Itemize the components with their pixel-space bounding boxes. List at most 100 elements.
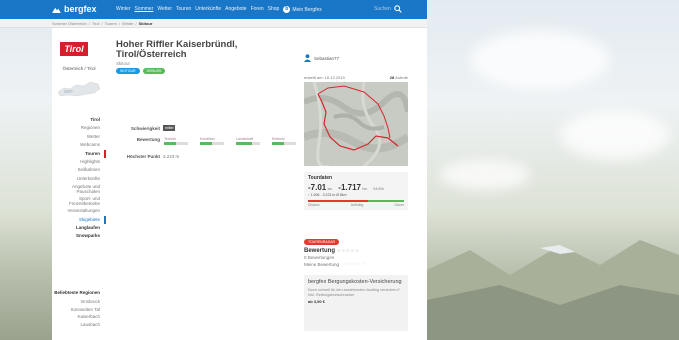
mountain-logo-icon <box>52 7 61 13</box>
my-rating-label: Meine Bewertung <box>304 261 340 267</box>
nav-item-touren[interactable]: Touren <box>176 6 191 13</box>
my-bergfex-link[interactable]: b Mein Bergfex <box>283 6 322 13</box>
sidebar-item-wetter[interactable]: Wetter <box>52 133 106 141</box>
rating-category: Kondition <box>200 137 228 145</box>
background-cloud <box>560 110 670 160</box>
sidebar-item-regionen[interactable]: Regionen <box>52 124 106 132</box>
rating-stars: ☆☆☆☆☆ <box>336 248 360 253</box>
views-number: 28 <box>389 75 395 80</box>
stat-label: Dauer <box>394 203 404 207</box>
nav-item-wetter[interactable]: Wetter <box>157 6 172 13</box>
sidebar-item-langlaufen[interactable]: Langlaufen <box>52 224 106 232</box>
sidebar-menu: Tirol Regionen Wetter Webcams Touren Highligh… <box>52 116 106 241</box>
my-rating-stars[interactable]: ☆☆☆☆☆ <box>343 261 366 267</box>
nav-item-sommer[interactable]: Sommer <box>134 6 153 13</box>
bewertung-title-text: Bewertung <box>304 248 336 254</box>
popular-region-item[interactable]: Kaiserbach <box>52 313 106 321</box>
nav-item-unterk-nfte[interactable]: Unterkünfte <box>195 6 221 13</box>
tour-title: Hoher Riffler Kaiserbründl, Tirol/Österr… <box>116 40 291 60</box>
height-row: Höchster Punkt 3.223 m <box>116 154 180 159</box>
left-sidebar: Tirol Österreich / Tirol Tirol Regionen We… <box>52 28 106 340</box>
rating-row: Bewertung Technik Kondition Landschaft Erle… <box>116 137 300 145</box>
tour-side-panel: Sebastian77 erstellt am: 16.12.2019 28 A… <box>304 54 408 331</box>
search-icon[interactable] <box>394 5 402 13</box>
sidebar-item-snowparks[interactable]: Snowparks <box>52 232 106 240</box>
tour-map[interactable] <box>304 82 408 166</box>
rating-dot <box>252 142 256 145</box>
rating-dots <box>272 142 300 145</box>
tour-main: Hoher Riffler Kaiserbründl, Tirol/Österr… <box>116 40 296 159</box>
stats-bar-green <box>367 200 404 202</box>
sidebar-item-highlights[interactable]: Highlights <box>52 158 106 166</box>
rating-label: Bewertung <box>136 137 160 142</box>
tour-stats-box: Tourdaten -7.01 km -1.717 hm 04:00h ↑ 1.… <box>304 172 408 210</box>
rating-dot <box>220 142 224 145</box>
nav-item-foren[interactable]: Foren <box>251 6 264 13</box>
rating-category: Landschaft <box>236 137 264 145</box>
rating-dot <box>208 142 212 145</box>
stats-title: Tourdaten <box>308 175 333 181</box>
sidebar-item-seilbahnen[interactable]: Seilbahnen <box>52 166 106 174</box>
popular-regions: Beliebteste Regionen Innsbruck Sonnseiten… <box>52 290 106 328</box>
search-input[interactable]: Suchen <box>374 6 391 12</box>
author-row[interactable]: Sebastian77 <box>304 54 408 62</box>
search-area[interactable]: Suchen <box>374 5 402 13</box>
nav-item-angebote[interactable]: Angebote <box>225 6 246 13</box>
rating-dot <box>244 142 248 145</box>
stats-bar <box>308 200 404 202</box>
tourenradar-pill[interactable]: TOURENRADAR <box>304 239 339 245</box>
sidebar-item-skigebiete[interactable]: Skigebiete <box>52 215 106 224</box>
author-name[interactable]: Sebastian77 <box>314 56 339 61</box>
rating-dot <box>164 142 168 145</box>
sidebar-item-tirol[interactable]: Tirol <box>52 116 106 124</box>
sidebar-item-angebote-und-pauschalen[interactable]: Angebote und Pauschalen <box>52 183 106 195</box>
stat-label: Aufstieg <box>350 203 364 207</box>
popular-region-item[interactable]: Lausbach <box>52 321 106 329</box>
sidebar-item-touren[interactable]: Touren <box>52 149 106 158</box>
tag-pill[interactable]: SKITOUR <box>116 68 140 74</box>
tag-pill[interactable]: GENUSS <box>142 68 166 74</box>
rating-dot <box>288 142 292 145</box>
sidebar-item-webcams[interactable]: Webcams <box>52 141 106 149</box>
breadcrumb-bar: Sommer Österreich / Tirol / Touren / Winter / Sk… <box>0 19 427 28</box>
duration-value: 04:00h <box>373 187 384 191</box>
rating-dot <box>216 142 220 145</box>
breadcrumb-item[interactable]: Winter <box>122 21 134 26</box>
difficulty-label: Schwierigkeit <box>130 125 160 131</box>
rating-dot <box>276 142 280 145</box>
distance-unit: km <box>327 187 333 191</box>
breadcrumb-item[interactable]: Sommer Österreich <box>52 21 87 26</box>
sidebar-item-veranstaltungen[interactable]: Veranstaltungen <box>52 207 106 215</box>
nav-item-shop[interactable]: Shop <box>268 6 280 13</box>
my-rating-row[interactable]: Meine Bewertung ☆☆☆☆☆ <box>304 261 408 267</box>
popular-region-item[interactable]: Sonnseiten Tal <box>52 306 106 314</box>
rating-dot <box>180 142 184 145</box>
stats-values: -7.01 km -1.717 hm 04:00h <box>308 183 404 192</box>
insurance-box[interactable]: bergfex Bergungskosten-Versicherung Noch… <box>304 275 408 331</box>
rating-dot <box>256 142 260 145</box>
bewertung-title: Bewertung ☆☆☆☆☆ <box>304 248 408 254</box>
insurance-price: ab 3,90 € <box>308 298 325 304</box>
sidebar-item-sport-und-freizeitbetriebe[interactable]: Sport- und Freizeitbetriebe <box>52 195 106 207</box>
rating-dot <box>284 142 288 145</box>
ascent-value: -1.717 <box>338 183 361 192</box>
sidebar-item-unterk-nfte[interactable]: Unterkünfte <box>52 175 106 183</box>
popular-region-item[interactable]: Innsbruck <box>52 298 106 306</box>
main-nav: Winter Sommer Wetter Touren Unterkünfte Angeb… <box>116 6 322 13</box>
tour-map-graphic[interactable] <box>304 82 408 166</box>
breadcrumb-item[interactable]: Skitour <box>139 21 153 26</box>
user-icon: b <box>283 6 291 13</box>
breadcrumb-separator: / <box>101 21 103 26</box>
stats-labels: Distanz Aufstieg Dauer <box>308 203 404 207</box>
content-page: Tirol Österreich / Tirol Tirol Regionen We… <box>52 28 427 340</box>
elevation-range: ↑ 1.506 - 3.223 m Ø 8km <box>308 193 347 197</box>
breadcrumb-separator: / <box>135 21 137 26</box>
breadcrumb-item[interactable]: Tirol <box>92 21 100 26</box>
background-cloud <box>470 30 610 90</box>
tirol-logo[interactable]: Tirol <box>60 42 88 56</box>
rating-dot <box>184 142 188 145</box>
austria-mini-map[interactable] <box>56 78 102 100</box>
nav-item-winter[interactable]: Winter <box>116 6 130 13</box>
breadcrumb-item[interactable]: Touren <box>105 21 117 26</box>
bergfex-logo[interactable]: bergfex <box>52 4 97 14</box>
